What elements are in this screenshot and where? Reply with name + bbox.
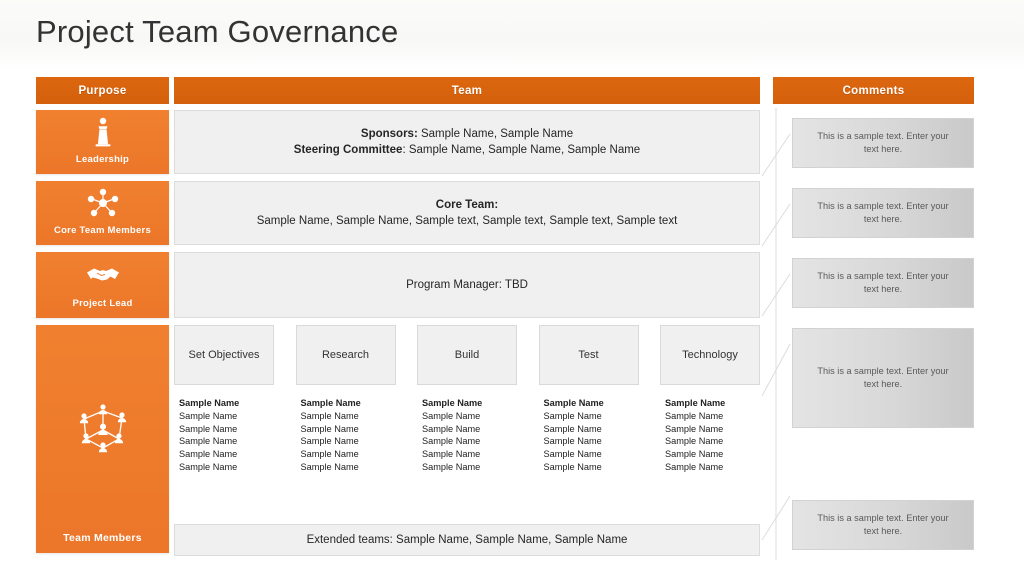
team-line-value: : Sample Name, Sample Name, Sample Name <box>402 144 641 156</box>
comment-box[interactable]: This is a sample text. Enter your text h… <box>792 328 974 428</box>
subteam-columns: Set Objectives Sample Name Sample Name S… <box>174 325 760 480</box>
list-item: Sample Name <box>543 423 602 434</box>
purpose-label: Leadership <box>75 154 130 165</box>
purpose-cell-team-members[interactable]: Team Members <box>36 325 169 553</box>
list-item: Sample Name <box>422 436 481 447</box>
list-item: Sample Name <box>665 436 724 447</box>
subteam-title-box[interactable]: Set Objectives <box>174 325 274 385</box>
network-nodes-icon <box>36 181 169 225</box>
list-item: Sample Name <box>422 410 481 421</box>
subteam-column: Build Sample Name Sample Name Sample Nam… <box>417 325 517 480</box>
subteam-title-box[interactable]: Research <box>295 325 396 385</box>
list-item: Sample Name <box>665 449 724 460</box>
list-item: Sample Name <box>300 410 359 421</box>
list-item: Sample Name <box>422 423 481 434</box>
comment-box[interactable]: This is a sample text. Enter your text h… <box>792 258 974 308</box>
person-at-podium-icon <box>36 110 169 154</box>
list-item: Sample Name <box>665 398 726 408</box>
list-item: Sample Name <box>179 461 238 472</box>
team-panel-extended-teams: Extended teams: Sample Name, Sample Name… <box>174 524 760 556</box>
subteam-member-list: Sample Name Sample Name Sample Name Samp… <box>296 397 396 474</box>
subteam-member-list: Sample Name Sample Name Sample Name Samp… <box>174 397 274 474</box>
list-item: Sample Name <box>179 410 238 421</box>
extended-teams-text: Extended teams: Sample Name, Sample Name… <box>306 534 628 546</box>
people-network-icon <box>36 325 169 532</box>
subteam-title-box[interactable]: Build <box>417 325 517 385</box>
list-item: Sample Name <box>665 410 724 421</box>
team-line-label: Steering Committee <box>293 144 403 156</box>
list-item: Sample Name <box>422 461 481 472</box>
subteam-title-box[interactable]: Technology <box>660 325 760 385</box>
subteam-member-list: Sample Name Sample Name Sample Name Samp… <box>539 397 639 474</box>
column-header-comments: Comments <box>773 77 974 104</box>
subteam-column: Test Sample Name Sample Name Sample Name… <box>538 325 639 480</box>
subteam-title-box[interactable]: Test <box>538 325 639 385</box>
handshake-icon <box>36 252 169 298</box>
list-item: Sample Name <box>422 398 483 408</box>
subteam-column: Research Sample Name Sample Name Sample … <box>295 325 396 480</box>
team-line: Sponsors: Sample Name, Sample Name <box>361 126 573 142</box>
column-header-purpose: Purpose <box>36 77 169 104</box>
subteam-column: Set Objectives Sample Name Sample Name S… <box>174 325 274 480</box>
list-item: Sample Name <box>179 436 238 447</box>
list-item: Sample Name <box>300 461 359 472</box>
page-title: Project Team Governance <box>36 14 399 49</box>
purpose-cell-project-lead[interactable]: Project Lead <box>36 252 169 318</box>
team-panel-leadership: Sponsors: Sample Name, Sample Name Steer… <box>174 110 760 174</box>
purpose-label: Core Team Members <box>54 225 151 236</box>
purpose-cell-leadership[interactable]: Leadership <box>36 110 169 174</box>
comment-box[interactable]: This is a sample text. Enter your text h… <box>792 118 974 168</box>
team-line-value: Sample Name, Sample Name, Sample text, S… <box>256 215 678 227</box>
list-item: Sample Name <box>300 398 361 408</box>
team-panel-title: Core Team: <box>435 199 499 211</box>
list-item: Sample Name <box>179 423 238 434</box>
list-item: Sample Name <box>543 410 602 421</box>
list-item: Sample Name <box>422 449 481 460</box>
comment-box[interactable]: This is a sample text. Enter your text h… <box>792 500 974 550</box>
subteam-member-list: Sample Name Sample Name Sample Name Samp… <box>417 397 517 474</box>
team-line: Steering Committee: Sample Name, Sample … <box>294 142 640 158</box>
list-item: Sample Name <box>543 461 602 472</box>
subteam-column: Technology Sample Name Sample Name Sampl… <box>660 325 760 480</box>
list-item: Sample Name <box>543 449 602 460</box>
team-line-label: Sponsors: <box>360 128 418 140</box>
list-item: Sample Name <box>543 398 604 408</box>
team-panel-project-lead: Program Manager: TBD <box>174 252 760 318</box>
purpose-cell-core-team-members[interactable]: Core Team Members <box>36 181 169 245</box>
team-panel-core-team: Core Team: Sample Name, Sample Name, Sam… <box>174 181 760 245</box>
column-header-team: Team <box>174 77 760 104</box>
purpose-label: Project Lead <box>72 298 133 309</box>
comment-box[interactable]: This is a sample text. Enter your text h… <box>792 188 974 238</box>
list-item: Sample Name <box>300 449 359 460</box>
list-item: Sample Name <box>665 423 724 434</box>
list-item: Sample Name <box>179 449 238 460</box>
list-item: Sample Name <box>300 436 359 447</box>
list-item: Sample Name <box>543 436 602 447</box>
subteam-member-list: Sample Name Sample Name Sample Name Samp… <box>660 397 760 474</box>
list-item: Sample Name <box>665 461 724 472</box>
team-line-value: Program Manager: TBD <box>406 279 528 291</box>
purpose-label: Team Members <box>63 532 142 544</box>
list-item: Sample Name <box>179 398 240 408</box>
team-line-value: Sample Name, Sample Name <box>417 128 574 140</box>
list-item: Sample Name <box>300 423 359 434</box>
